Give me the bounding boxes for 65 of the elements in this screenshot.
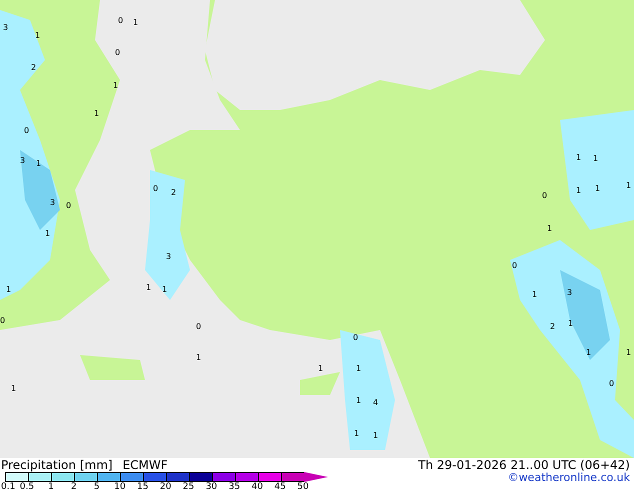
arrow-icon (304, 472, 328, 482)
precipitation-value: 2 (31, 63, 36, 72)
precipitation-value: 1 (532, 290, 538, 299)
precipitation-value: 1 (373, 431, 378, 440)
scale-tick-label: 50 (297, 482, 309, 490)
scale-tick-label: 0.1 (1, 482, 16, 490)
scale-tick-label: 20 (160, 482, 172, 490)
precipitation-value: 1 (133, 18, 138, 27)
forecast-time: Th 29-01-2026 21..00 UTC (06+42) (418, 458, 630, 472)
precipitation-value: 1 (35, 31, 40, 40)
precipitation-value: 0 (512, 261, 518, 270)
model-name: ECMWF (122, 458, 168, 472)
precipitation-value: 0 (66, 201, 72, 210)
precipitation-value: 2 (550, 322, 556, 331)
scale-tick-label: 35 (228, 482, 240, 490)
precipitation-value: 1 (595, 184, 600, 193)
precipitation-value: 1 (568, 319, 574, 328)
precipitation-value: 1 (356, 364, 362, 373)
precipitation-value: 1 (626, 348, 632, 357)
scale-tick-label: 40 (252, 482, 263, 490)
precipitation-value: 1 (354, 429, 360, 438)
precipitation-value: 1 (11, 384, 16, 393)
precipitation-value: 1 (94, 109, 100, 118)
precipitation-value: 1 (626, 181, 632, 190)
scale-tick-label: 30 (206, 482, 218, 490)
scale-tick-label: 5 (94, 482, 100, 490)
precipitation-value: 1 (586, 348, 592, 357)
precipitation-value: 0 (196, 322, 202, 331)
credit-link[interactable]: ©weatheronline.co.uk (508, 471, 630, 484)
precipitation-value: 0 (153, 184, 158, 193)
precipitation-value: 1 (162, 285, 168, 294)
precipitation-value: 4 (373, 398, 378, 407)
scale-tick-label: 0.5 (20, 482, 34, 490)
precipitation-value: 3 (3, 23, 8, 32)
scale-tick-label: 10 (114, 482, 126, 490)
precipitation-value: 3 (50, 198, 56, 207)
legend-title: Precipitation [mm] (1, 458, 113, 472)
scale-tick-label: 45 (274, 482, 286, 490)
precipitation-value: 1 (6, 285, 12, 294)
precipitation-value: 1 (593, 154, 598, 163)
precipitation-value: 0 (24, 126, 30, 135)
scale-tick-label: 2 (71, 482, 77, 490)
scale-tick-label: 15 (137, 482, 148, 490)
precipitation-value: 0 (353, 333, 358, 342)
precipitation-value: 1 (146, 283, 152, 292)
scale-tick-label: 25 (182, 482, 194, 490)
precipitation-value: 3 (567, 288, 572, 297)
precipitation-value: 1 (36, 159, 42, 168)
precipitation-value: 3 (166, 252, 172, 261)
precipitation-value: 2 (171, 188, 176, 197)
precipitation-value: 1 (576, 186, 582, 195)
precipitation-value: 1 (113, 81, 118, 90)
precipitation-value: 0 (115, 48, 120, 57)
precipitation-value: 1 (45, 229, 50, 238)
precipitation-value: 0 (118, 16, 124, 25)
precipitation-value: 0 (0, 316, 6, 325)
precipitation-value: 1 (196, 353, 202, 362)
precipitation-value: 0 (542, 191, 548, 200)
scale-tick-label: 1 (48, 482, 54, 490)
precipitation-value: 0 (609, 379, 614, 388)
precipitation-value: 1 (547, 224, 552, 233)
precipitation-value: 1 (318, 364, 324, 373)
precipitation-value: 1 (576, 153, 582, 162)
precipitation-value: 1 (356, 396, 362, 405)
precipitation-value: 3 (20, 156, 26, 165)
